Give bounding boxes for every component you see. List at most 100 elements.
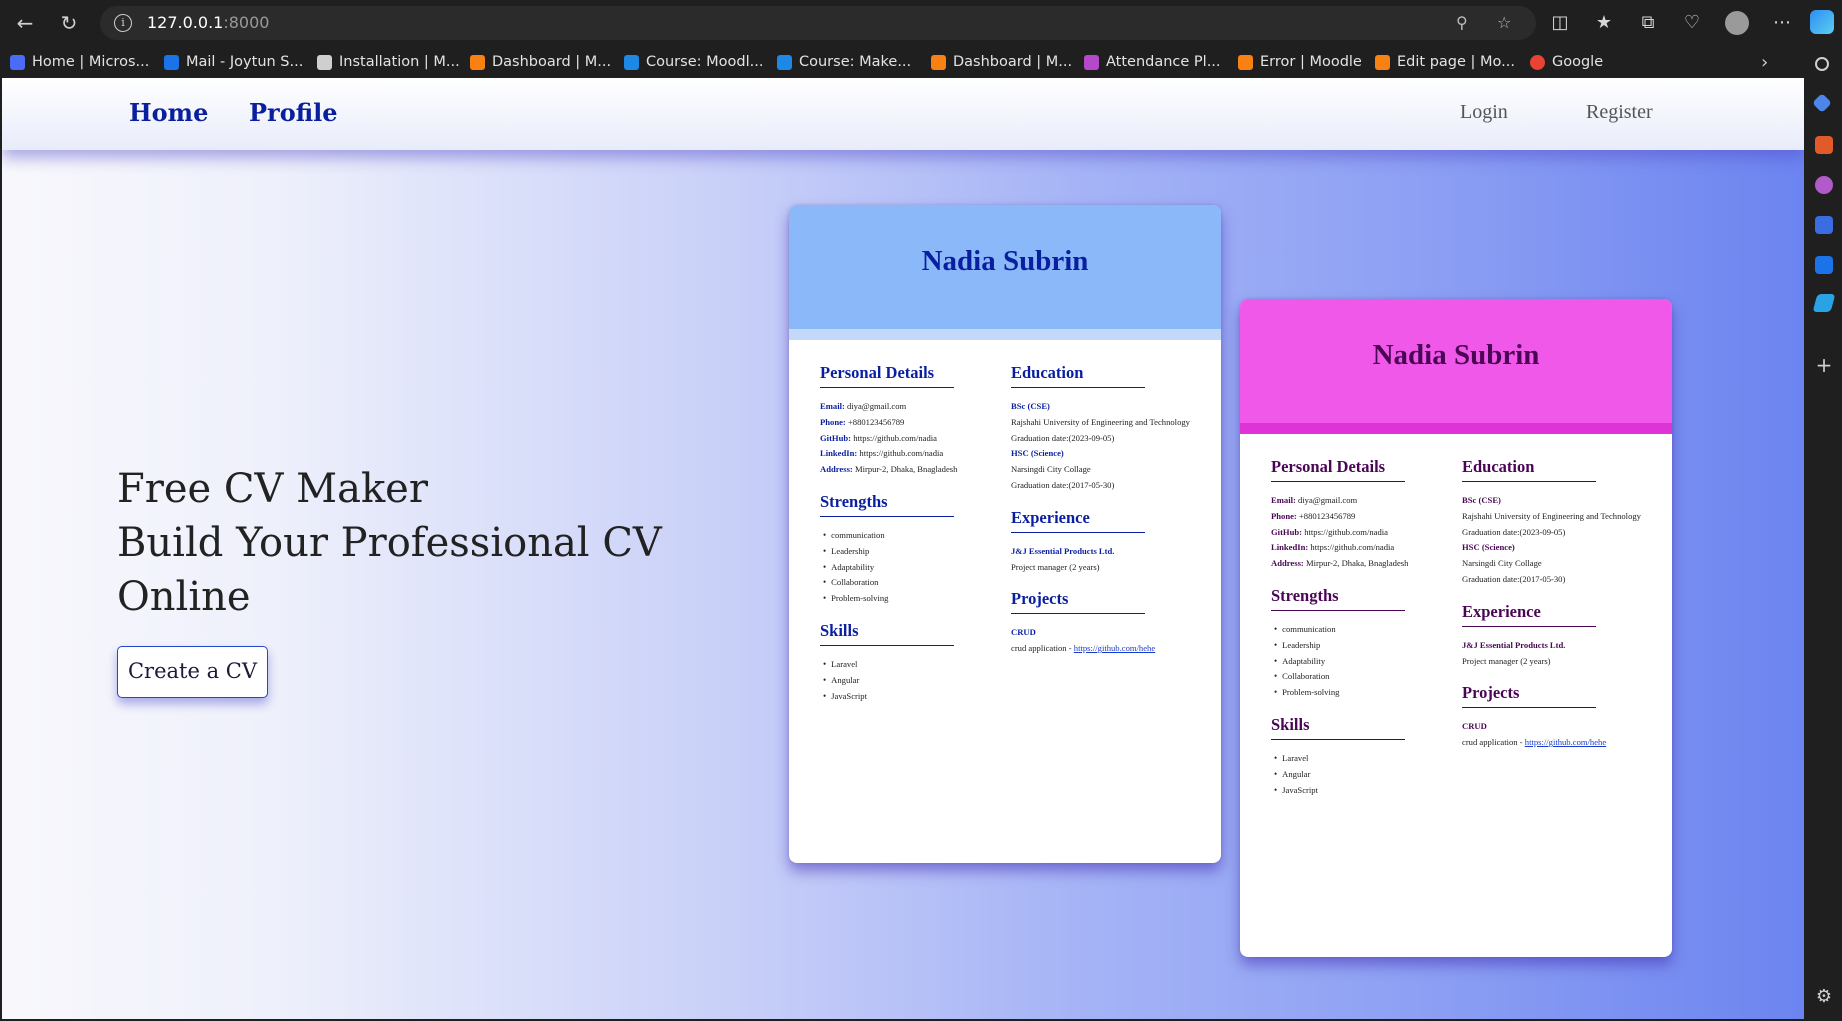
degree: HSC (Science) (1011, 448, 1064, 459)
list-item: Problem-solving (1271, 685, 1461, 701)
cv-template-blue[interactable]: Nadia Subrin Personal Details Email: diy… (789, 205, 1221, 863)
nav-login-link[interactable]: Login (1460, 101, 1508, 124)
cv-name: Nadia Subrin (1372, 339, 1540, 371)
bookmarks-bar: Home | Micros... Mail - Joytun S... Inst… (0, 46, 1806, 78)
cv-left-column: Personal Details Email: diya@gmail.com P… (820, 363, 1010, 718)
bookmark-favicon-icon (10, 54, 25, 70)
search-icon[interactable] (1815, 57, 1829, 71)
list-item: Leadership (820, 544, 1010, 560)
graduation-date: Graduation date:(2023-09-05) (1011, 432, 1115, 443)
create-cv-button[interactable]: Create a CV (117, 646, 268, 698)
bookmark-item[interactable]: Installation | M... (317, 50, 460, 74)
bookmark-item[interactable]: Dashboard | M... (931, 50, 1072, 74)
company: J&J Essential Products Ltd. (1011, 545, 1115, 556)
google-icon (1530, 54, 1545, 70)
bookmark-item[interactable]: Edit page | Mo... (1375, 50, 1515, 74)
address-bar[interactable]: i 127.0.0.1:8000 ⚲ ☆ (100, 6, 1536, 40)
profile-avatar-icon[interactable] (1725, 11, 1749, 35)
games-icon[interactable] (1815, 176, 1833, 194)
nav-home-link[interactable]: Home (129, 98, 208, 127)
cv-template-pink[interactable]: Nadia Subrin Personal Details Email: diy… (1240, 299, 1672, 957)
bookmark-item[interactable]: Course: Make... (777, 50, 911, 74)
bookmark-favicon-icon (317, 54, 332, 70)
section-title: Education (1462, 457, 1596, 482)
split-screen-icon[interactable]: ◫ (1547, 10, 1573, 36)
more-options-icon[interactable]: ⋯ (1769, 10, 1795, 36)
tools-icon[interactable] (1815, 136, 1833, 154)
list-item: Angular (1271, 767, 1461, 783)
bookmark-item[interactable]: Google (1530, 50, 1603, 74)
section-title: Strengths (1271, 586, 1405, 611)
telegram-icon[interactable] (1812, 294, 1836, 312)
list-item: Adaptability (1271, 654, 1461, 670)
section-title: Experience (1011, 508, 1145, 533)
tag-icon[interactable] (1812, 93, 1832, 113)
section-title: Personal Details (820, 363, 954, 388)
favorites-icon[interactable]: ★ (1591, 10, 1617, 36)
project-desc: crud application - https://github.com/he… (1011, 643, 1156, 654)
bookmark-item[interactable]: Course: Moodl... (624, 50, 763, 74)
bookmark-item[interactable]: Home | Micros... (10, 50, 149, 74)
copilot-icon[interactable] (1810, 10, 1834, 34)
bookmark-item[interactable]: Mail - Joytun S... (164, 50, 303, 74)
bookmark-item[interactable]: Dashboard | M... (470, 50, 611, 74)
bookmark-favicon-icon (1375, 54, 1390, 70)
project-link[interactable]: https://github.com/hehe (1525, 737, 1606, 747)
cv-education-section: Education BSc (CSE) Rajshahi University … (1462, 457, 1652, 588)
school: Rajshahi University of Engineering and T… (1462, 510, 1641, 521)
bookmark-favicon-icon (931, 54, 946, 70)
cv-projects-section: Projects CRUD crud application - https:/… (1462, 683, 1652, 751)
add-icon[interactable]: + (1815, 355, 1833, 375)
detail-line: GitHub: https://github.com/nadia (820, 432, 937, 443)
bookmark-item[interactable]: Error | Moodle (1238, 50, 1362, 74)
section-title: Experience (1462, 602, 1596, 627)
school: Narsingdi City Collage (1462, 558, 1542, 569)
browser-toolbar: ← ↻ i 127.0.0.1:8000 ⚲ ☆ ◫ ★ ⧉ ♡ ⋯ (0, 0, 1842, 46)
favorite-star-icon[interactable]: ☆ (1497, 13, 1511, 32)
detail-line: Phone: +880123456789 (1271, 510, 1356, 521)
detail-line: GitHub: https://github.com/nadia (1271, 526, 1388, 537)
list-item: Leadership (1271, 638, 1461, 654)
cv-education-section: Education BSc (CSE) Rajshahi University … (1011, 363, 1201, 494)
bookmark-favicon-icon (624, 54, 639, 70)
url-text[interactable]: 127.0.0.1:8000 (147, 13, 269, 32)
section-title: Skills (820, 621, 954, 646)
school: Rajshahi University of Engineering and T… (1011, 416, 1190, 427)
detail-line: Address: Mirpur-2, Dhaka, Bnagladesh (1271, 558, 1409, 569)
web-page: Home Profile Login Register Free CV Make… (2, 78, 1804, 1019)
nav-register-link[interactable]: Register (1586, 101, 1653, 124)
section-title: Personal Details (1271, 457, 1405, 482)
bookmark-item[interactable]: Attendance Pl... (1084, 50, 1221, 74)
settings-gear-icon[interactable]: ⚙ (1815, 988, 1833, 1006)
hero-heading: Free CV Maker Build Your Professional CV… (117, 462, 662, 624)
sidebar: + ⚙ (1806, 46, 1842, 1021)
cv-strengths-section: Strengths communication Leadership Adapt… (1271, 586, 1461, 701)
project-name: CRUD (1462, 721, 1487, 732)
section-title: Education (1011, 363, 1145, 388)
more-bookmarks-chevron-icon[interactable]: › (1761, 50, 1768, 74)
zoom-icon[interactable]: ⚲ (1456, 13, 1468, 32)
list-item: Adaptability (820, 560, 1010, 576)
cv-skills-section: Skills Laravel Angular JavaScript (1271, 715, 1461, 798)
list-item: JavaScript (1271, 783, 1461, 799)
graduation-date: Graduation date:(2017-05-30) (1462, 573, 1566, 584)
bookmark-favicon-icon (1084, 54, 1099, 70)
outlook-icon[interactable] (1815, 256, 1833, 274)
list-item: communication (820, 528, 1010, 544)
project-name: CRUD (1011, 627, 1036, 638)
cv-personal-section: Personal Details Email: diya@gmail.com P… (1271, 457, 1461, 572)
browser-essentials-icon[interactable]: ♡ (1679, 10, 1705, 36)
cv-right-column: Education BSc (CSE) Rajshahi University … (1011, 363, 1201, 671)
detail-line: LinkedIn: https://github.com/nadia (1271, 542, 1395, 553)
site-navbar: Home Profile Login Register (2, 78, 1804, 150)
collections-icon[interactable]: ⧉ (1635, 10, 1661, 36)
reload-icon[interactable]: ↻ (57, 11, 81, 35)
back-icon[interactable]: ← (13, 11, 37, 35)
company: J&J Essential Products Ltd. (1462, 639, 1566, 650)
project-link[interactable]: https://github.com/hehe (1074, 643, 1155, 653)
school: Narsingdi City Collage (1011, 464, 1091, 475)
nav-profile-link[interactable]: Profile (249, 98, 338, 127)
list-item: Laravel (820, 657, 1010, 673)
site-info-icon[interactable]: i (114, 14, 132, 32)
copilot-side-icon[interactable] (1815, 216, 1833, 234)
